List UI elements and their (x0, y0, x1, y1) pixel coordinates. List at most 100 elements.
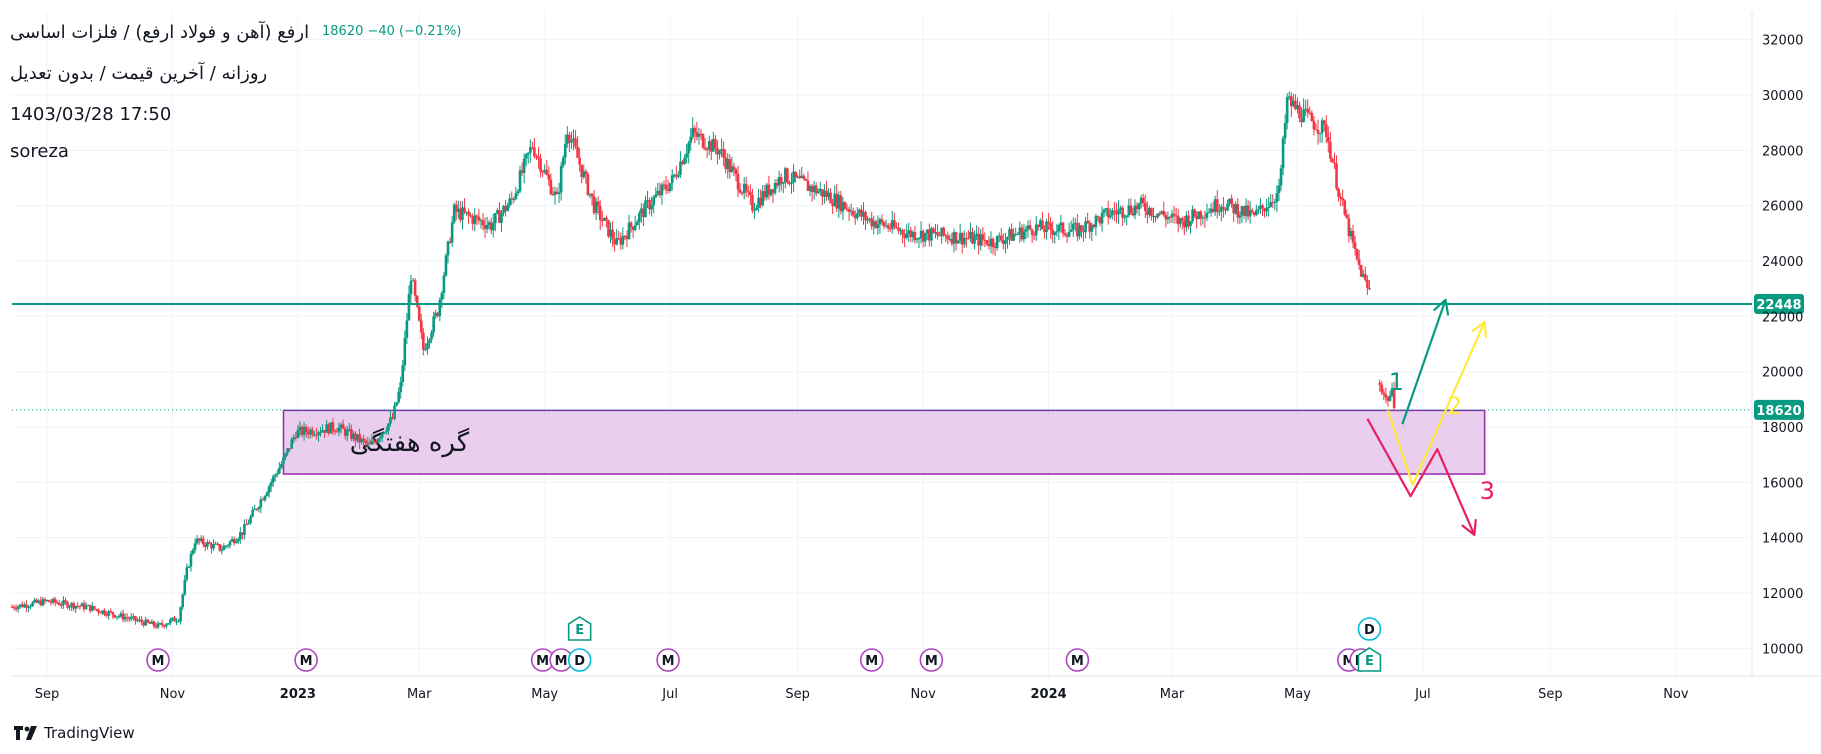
scenario-label: 1 (1389, 368, 1404, 396)
candle (864, 211, 867, 221)
candle (1172, 213, 1176, 216)
candle (644, 200, 647, 218)
candle (1125, 215, 1129, 218)
y-tick-label: 22000 (1762, 310, 1803, 325)
candle (991, 238, 995, 248)
candle (187, 566, 191, 568)
candle (533, 147, 536, 157)
candle (917, 238, 921, 240)
event-marker-M[interactable]: M (656, 648, 680, 672)
candle (282, 457, 285, 464)
candle (633, 225, 637, 230)
candle (259, 499, 263, 508)
candle (1041, 220, 1044, 230)
candle (463, 207, 466, 213)
x-tick-label: Sep (35, 687, 60, 702)
candle (273, 474, 277, 477)
candle (376, 439, 380, 443)
candle (518, 170, 522, 192)
event-marker-M[interactable]: M (859, 648, 884, 672)
candle (64, 600, 67, 603)
candle (218, 544, 222, 551)
candle (652, 197, 656, 206)
event-marker-M[interactable]: M (146, 648, 170, 672)
candle (84, 605, 88, 610)
candle (378, 437, 382, 440)
candle (475, 215, 479, 217)
candle (856, 213, 859, 219)
candle (304, 426, 308, 433)
event-marker-D[interactable]: D (567, 648, 592, 672)
candle (430, 332, 433, 340)
event-marker-M[interactable]: M (919, 648, 944, 672)
candle (1207, 212, 1211, 214)
candle (545, 169, 549, 175)
candle (683, 157, 686, 164)
candle (1193, 209, 1196, 217)
event-marker-M[interactable]: M (1065, 648, 1090, 672)
candle (146, 619, 150, 623)
candle (426, 343, 429, 350)
candle (995, 235, 999, 248)
candle (1137, 203, 1141, 210)
candle (226, 545, 230, 547)
candle (1275, 193, 1279, 202)
candle (574, 138, 577, 147)
candle (522, 158, 526, 173)
candle (477, 216, 481, 221)
candle (942, 227, 946, 236)
candle (549, 179, 553, 195)
candle (276, 473, 279, 475)
price-chart[interactable]: گره هفتگی2244818620123MMMMDEMMMMMMED1000… (0, 0, 1821, 754)
candle (296, 430, 300, 438)
candle (1096, 216, 1100, 218)
candle (584, 171, 588, 175)
candle (341, 424, 345, 429)
candle (1222, 206, 1225, 210)
event-marker-D[interactable]: D (1357, 617, 1382, 641)
candle (1067, 231, 1071, 237)
candle (117, 616, 121, 618)
candle (1071, 223, 1075, 230)
candle (755, 207, 758, 210)
candle (590, 193, 594, 197)
candle (1353, 242, 1357, 249)
candle (395, 402, 398, 406)
event-marker-M[interactable]: M (294, 648, 318, 672)
candle (1337, 188, 1340, 197)
candle (749, 191, 752, 196)
candle (92, 606, 96, 610)
candle (670, 175, 674, 184)
candle (419, 320, 423, 333)
candle (514, 193, 518, 199)
grid (12, 12, 1752, 676)
y-tick-label: 20000 (1762, 366, 1803, 381)
candle (876, 224, 880, 228)
candle (257, 507, 261, 510)
candle (413, 280, 417, 296)
y-tick-label: 30000 (1762, 89, 1803, 104)
candle (234, 541, 238, 544)
candle (208, 542, 211, 544)
candle (1205, 213, 1209, 218)
candle (236, 539, 240, 542)
candle (751, 195, 754, 211)
candle (310, 429, 314, 435)
last-price-quote: 18620 −40 (−0.21%) (322, 24, 462, 39)
marker-letter: M (555, 654, 568, 669)
candle (790, 182, 793, 184)
candle (1080, 225, 1083, 232)
candle (1267, 206, 1270, 208)
candle (936, 232, 939, 236)
x-tick-label: Mar (407, 687, 432, 702)
event-marker-E[interactable]: E (567, 616, 592, 641)
tradingview-logo[interactable]: TradingView (14, 724, 135, 742)
candle (734, 169, 738, 174)
candle (559, 165, 563, 193)
candle (999, 235, 1003, 241)
tradingview-icon (14, 726, 37, 740)
candle (1218, 211, 1221, 213)
x-tick-label: Jul (661, 687, 678, 702)
candle (1312, 121, 1316, 130)
x-tick-label: Nov (1663, 687, 1689, 702)
